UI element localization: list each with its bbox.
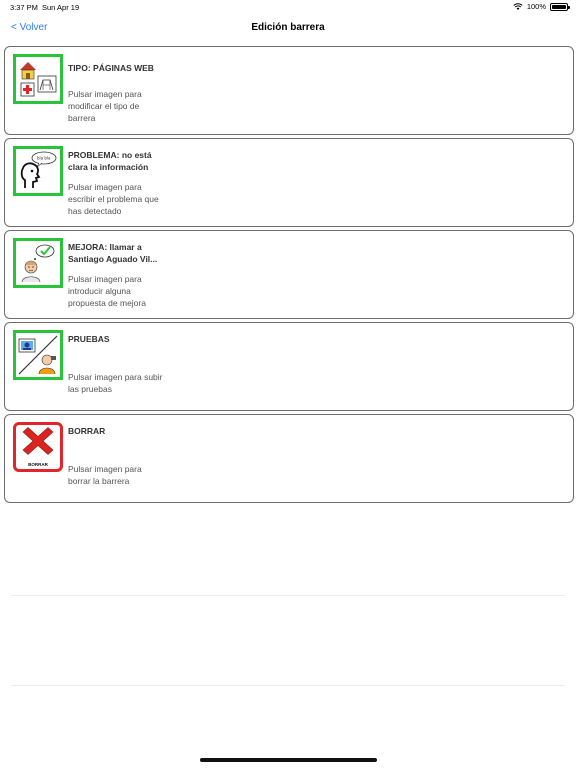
house-hospital-park-pictogram-icon [20, 62, 57, 97]
person-idea-check-pictogram-icon [21, 244, 55, 283]
photos-evidence-pictogram-icon [18, 335, 58, 375]
home-indicator[interactable] [200, 758, 377, 762]
page-title: Edición barrera [251, 22, 325, 33]
status-bar: 3:37 PM Sun Apr 19 100% [0, 0, 576, 14]
card-title: TIPO: PÁGINAS WEB [68, 63, 154, 73]
card-description: Pulsar imagen para introducir alguna pro… [68, 274, 146, 308]
improvement-image-button[interactable] [13, 238, 63, 288]
card-description: Pulsar imagen para borrar la barrera [68, 464, 142, 486]
speaking-head-pictogram-icon: bla bla [20, 151, 57, 188]
delete-image-button[interactable]: BORRAR [13, 422, 63, 472]
card-evidence[interactable]: PRUEBAS Pulsar imagen para subir las pru… [4, 322, 574, 411]
card-description: Pulsar imagen para modificar el tipo de … [68, 89, 142, 123]
card-description: Pulsar imagen para escribir el problema … [68, 182, 159, 216]
evidence-image-button[interactable] [13, 330, 63, 380]
delete-x-icon: BORRAR [22, 427, 54, 467]
navigation-bar: Edición barrera < Volver [0, 14, 576, 44]
back-button[interactable]: < Volver [11, 22, 47, 33]
card-title: PRUEBAS [68, 334, 110, 344]
status-indicators: 100% [513, 2, 570, 11]
card-improvement[interactable]: MEJORA: llamar a Santiago Aguado Vil... … [4, 230, 574, 319]
status-time: 3:37 PM [10, 3, 38, 12]
card-title: PROBLEMA: no está clara la información [68, 150, 152, 172]
battery-icon [550, 2, 570, 11]
empty-row-separator [11, 685, 565, 686]
type-image-button[interactable] [13, 54, 63, 104]
problem-image-button[interactable]: bla bla [13, 146, 63, 196]
card-description: Pulsar imagen para subir las pruebas [68, 372, 163, 394]
barrier-options-list: TIPO: PÁGINAS WEB Pulsar imagen para mod… [4, 46, 574, 506]
battery-percentage: 100% [526, 2, 546, 11]
empty-row-separator [11, 595, 565, 596]
delete-icon-caption: BORRAR [28, 462, 48, 467]
card-problem[interactable]: bla bla PROBLEMA: no está clara la infor… [4, 138, 574, 227]
card-delete[interactable]: BORRAR BORRAR Pulsar imagen para borrar … [4, 414, 574, 503]
card-type[interactable]: TIPO: PÁGINAS WEB Pulsar imagen para mod… [4, 46, 574, 135]
card-title: BORRAR [68, 426, 106, 436]
card-title: MEJORA: llamar a Santiago Aguado Vil... [68, 242, 158, 264]
wifi-icon [513, 3, 523, 10]
svg-text:bla bla: bla bla [37, 156, 51, 161]
status-date: Sun Apr 19 [42, 3, 80, 12]
